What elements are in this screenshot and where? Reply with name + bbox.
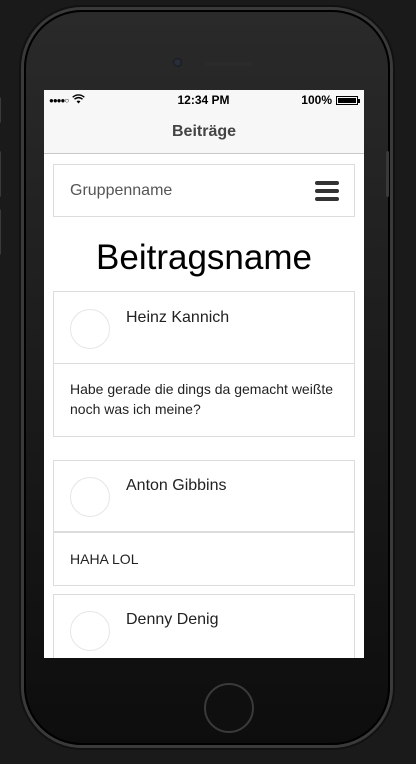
volume-up-button — [0, 151, 1, 197]
avatar — [70, 309, 110, 349]
group-header: Gruppenname — [53, 164, 355, 217]
wifi-icon — [72, 93, 85, 107]
comment-author: Denny Denig — [126, 611, 219, 628]
comment-author: Anton Gibbins — [126, 477, 227, 494]
nav-bar: Beiträge — [44, 110, 364, 154]
nav-title: Beiträge — [171, 122, 237, 140]
post-title: Beitragsname — [96, 238, 312, 277]
status-bar: ●●●●○ 12:34 PM 100% — [44, 90, 364, 110]
hamburger-icon[interactable] — [315, 180, 339, 201]
volume-down-button — [0, 209, 1, 255]
app-screen: ●●●●○ 12:34 PM 100% Beiträge Gruppenname… — [44, 90, 364, 658]
battery-icon — [336, 95, 360, 105]
comment-text-card: HAHA LOL — [53, 532, 355, 586]
comment-author: Heinz Kannich — [126, 309, 230, 326]
comment-text: Habe gerade die dings da gemacht weißte … — [70, 381, 334, 417]
home-button[interactable] — [204, 683, 254, 733]
mute-switch — [0, 97, 1, 123]
status-time: 12:34 PM — [177, 93, 230, 107]
comment-text: HAHA LOL — [70, 551, 139, 567]
group-name: Gruppenname — [70, 181, 173, 199]
comment-author-card: Anton Gibbins — [53, 460, 355, 532]
front-camera — [173, 58, 182, 67]
earpiece-speaker — [205, 62, 253, 66]
battery-percent: 100% — [301, 93, 332, 107]
power-button — [386, 151, 389, 197]
signal-icon: ●●●●○ — [49, 95, 69, 105]
comment-author-card: Denny Denig — [53, 594, 355, 658]
avatar — [70, 611, 110, 651]
avatar — [70, 477, 110, 517]
comment-author-card: Heinz Kannich Habe gerade die dings da g… — [53, 291, 355, 437]
